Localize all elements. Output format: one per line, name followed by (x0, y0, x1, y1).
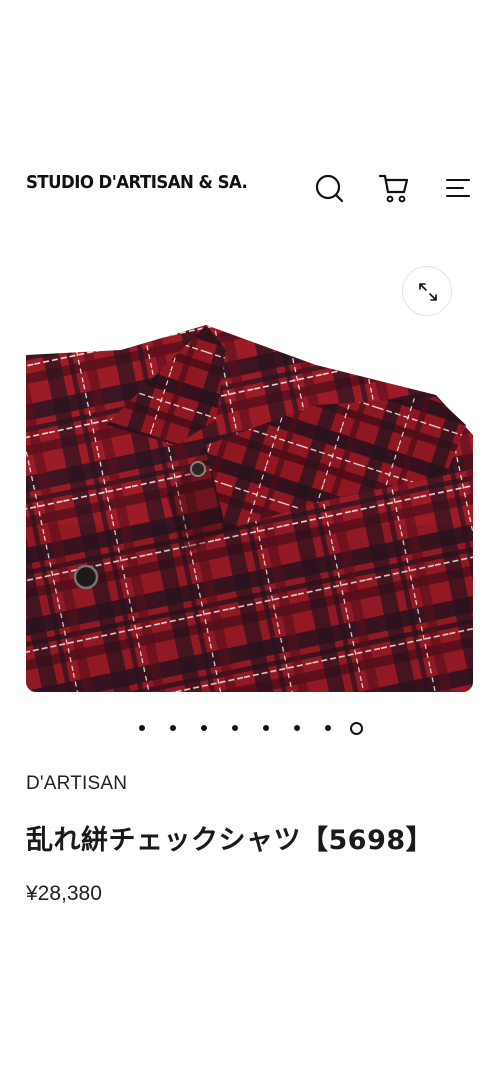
carousel-dot[interactable] (294, 725, 300, 731)
product-brand[interactable]: D'ARTISAN (26, 773, 127, 795)
search-icon[interactable] (311, 170, 347, 206)
menu-icon[interactable] (439, 170, 475, 206)
cart-icon[interactable] (376, 170, 412, 206)
product-image[interactable] (26, 325, 473, 692)
carousel-dot-active[interactable] (350, 722, 363, 735)
site-header: STUDIO D'ARTISAN & SA. (0, 160, 500, 220)
carousel-dot[interactable] (201, 725, 207, 731)
expand-image-button[interactable] (402, 266, 452, 316)
product-price: ¥28,380 (26, 882, 102, 905)
expand-icon (419, 283, 437, 301)
carousel-dot[interactable] (170, 725, 176, 731)
carousel-dot[interactable] (139, 725, 145, 731)
carousel-dot[interactable] (263, 725, 269, 731)
carousel-dot[interactable] (325, 725, 331, 731)
carousel-dot[interactable] (232, 725, 238, 731)
carousel-dots (135, 720, 375, 738)
product-title: 乱れ絣チェックシャツ【5698】 (26, 825, 434, 856)
brand-logo[interactable]: STUDIO D'ARTISAN & SA. (26, 172, 248, 193)
